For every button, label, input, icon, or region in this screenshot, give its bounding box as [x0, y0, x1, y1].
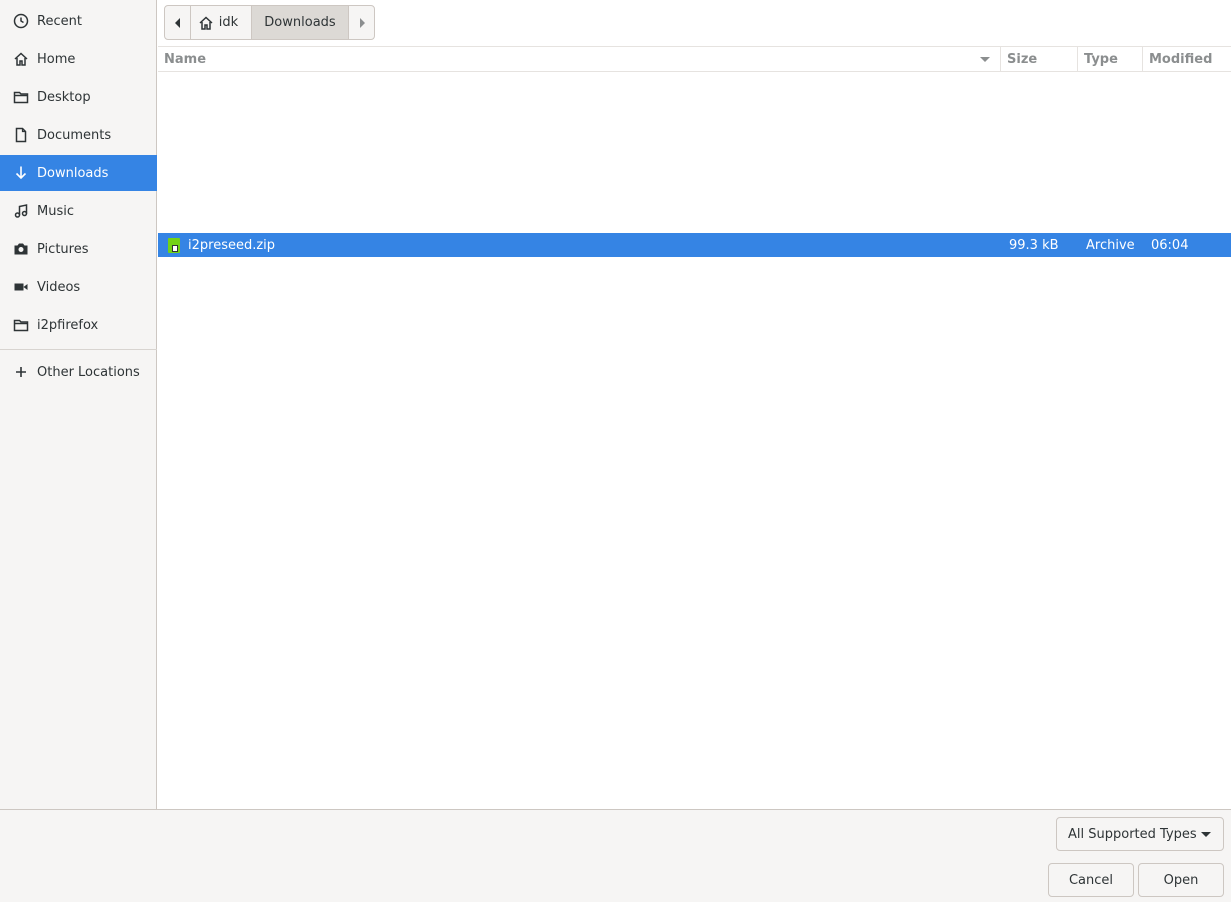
camera-icon [12, 240, 30, 258]
sidebar-item-other-locations[interactable]: Other Locations [0, 354, 157, 390]
file-modified: 06:04 [1151, 237, 1189, 253]
path-back-button[interactable] [165, 6, 191, 39]
folder-icon [12, 316, 30, 334]
sidebar-item-label: Documents [37, 127, 112, 143]
sidebar-item-label: Downloads [37, 165, 109, 181]
plus-icon [12, 363, 30, 381]
path-bar: idk Downloads [164, 5, 375, 40]
sidebar-item-home[interactable]: Home [0, 41, 157, 77]
file-name-cell: i2preseed.zip [168, 233, 275, 257]
column-modified-label: Modified [1149, 52, 1213, 67]
sidebar-item-videos[interactable]: Videos [0, 269, 157, 305]
places-sidebar: Recent Home Desktop Documents Downloads … [0, 0, 157, 809]
sort-down-icon [980, 57, 990, 62]
sidebar-item-label: Music [37, 203, 74, 219]
column-header-name[interactable]: Name [158, 47, 1001, 72]
sidebar-item-label: Desktop [37, 89, 91, 105]
sidebar-item-recent[interactable]: Recent [0, 3, 157, 39]
dialog-footer: All Supported Types Cancel Open [0, 809, 1231, 902]
home-icon [12, 50, 30, 68]
sidebar-item-i2pfirefox[interactable]: i2pfirefox [0, 307, 157, 343]
path-current-label: Downloads [264, 15, 336, 30]
sidebar-item-music[interactable]: Music [0, 193, 157, 229]
column-header-size[interactable]: Size [1001, 47, 1078, 72]
path-forward-button[interactable] [349, 6, 374, 39]
sidebar-item-label: Recent [37, 13, 82, 29]
chevron-down-icon [1201, 832, 1211, 837]
music-icon [12, 202, 30, 220]
cancel-button[interactable]: Cancel [1048, 863, 1134, 897]
open-button[interactable]: Open [1138, 863, 1224, 897]
path-downloads-button[interactable]: Downloads [252, 6, 349, 39]
column-header-modified[interactable]: Modified [1143, 47, 1231, 72]
cancel-label: Cancel [1068, 872, 1114, 888]
chevron-left-icon [174, 17, 180, 28]
column-header-type[interactable]: Type [1078, 47, 1143, 72]
sidebar-item-label: Other Locations [37, 364, 140, 380]
column-name-label: Name [164, 52, 207, 67]
chevron-right-icon [359, 17, 365, 28]
file-name: i2preseed.zip [188, 237, 276, 253]
sidebar-item-downloads[interactable]: Downloads [0, 155, 157, 191]
folder-icon [12, 88, 30, 106]
column-type-label: Type [1084, 52, 1118, 67]
sidebar-item-label: Home [37, 51, 76, 67]
sidebar-item-pictures[interactable]: Pictures [0, 231, 157, 267]
sidebar-item-label: Videos [37, 279, 81, 295]
clock-icon [12, 12, 30, 30]
file-size: 99.3 kB [1009, 237, 1059, 253]
file-row[interactable]: i2preseed.zip 99.3 kB Archive 06:04 [158, 233, 1231, 257]
home-icon [199, 15, 213, 30]
download-icon [12, 164, 30, 182]
open-label: Open [1163, 872, 1199, 888]
file-list-header: Name Size Type Modified [158, 47, 1231, 72]
video-icon [12, 278, 30, 296]
document-icon [12, 126, 30, 144]
filter-label: All Supported Types [1068, 826, 1197, 842]
path-home-button[interactable]: idk [191, 6, 252, 39]
sidebar-item-desktop[interactable]: Desktop [0, 79, 157, 115]
column-size-label: Size [1007, 52, 1038, 67]
archive-icon [168, 237, 180, 253]
path-home-label: idk [218, 15, 239, 30]
file-type-filter-dropdown[interactable]: All Supported Types [1056, 817, 1224, 851]
file-list: Name Size Type Modified i2preseed.zip 99… [158, 46, 1231, 809]
file-type: Archive [1086, 237, 1135, 253]
sidebar-item-label: Pictures [37, 241, 89, 257]
sidebar-item-documents[interactable]: Documents [0, 117, 157, 153]
sidebar-separator [0, 349, 157, 350]
sidebar-item-label: i2pfirefox [37, 317, 99, 333]
